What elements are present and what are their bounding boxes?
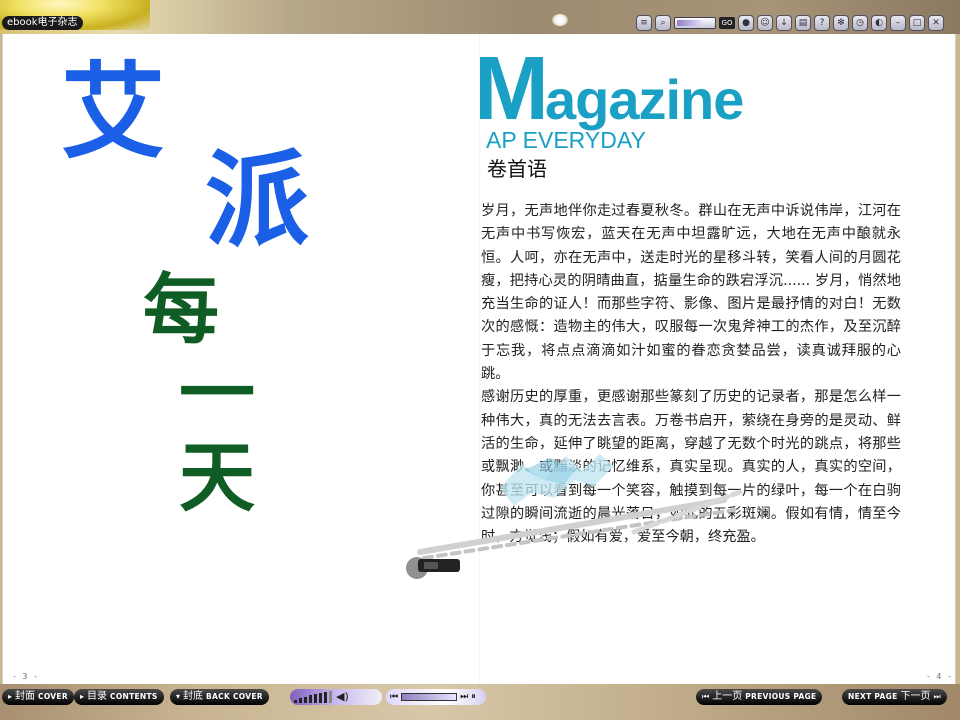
title-char-mei: 每 [143, 265, 219, 354]
title-bar: ebook电子杂志 ≡ ⌕ GO ● ☺ ↓ ▤ ? ✻ ◷ ◐ – □ ✕ [0, 0, 960, 34]
next-arrow-icon: ⏭ [933, 692, 941, 701]
chat-icon[interactable]: ● [738, 15, 754, 31]
previous-arrow-icon: ⏮ [702, 692, 710, 701]
next-label-en: NEXT PAGE [848, 692, 898, 701]
zoom-go-button[interactable]: GO [719, 17, 735, 29]
contents-label-zh: 目录 [87, 691, 108, 702]
editorial-paragraph: 岁月，无声地伴你走过春夏秋冬。群山在无声中诉说伟岸，江河在无声中书写恢宏，蓝天在… [481, 203, 901, 383]
quill-pen-decoration [406, 454, 743, 579]
volume-bar [314, 694, 317, 703]
print-icon[interactable]: ▤ [795, 15, 811, 31]
volume-bar [329, 691, 332, 703]
next-label-zh: 下一页 [900, 691, 931, 702]
toc-icon[interactable]: ≡ [636, 15, 652, 31]
magazine-subtitle: AP EVERYDAY [486, 127, 646, 153]
cover-arrow-icon: ▸ [8, 692, 13, 701]
title-char-pai: 派 [205, 139, 310, 261]
contents-arrow-icon: ▸ [80, 692, 85, 701]
contents-button[interactable]: ▸ 目录 CONTENTS [74, 689, 164, 705]
download-icon[interactable]: ↓ [776, 15, 792, 31]
title-char-yi: 一 [179, 349, 255, 438]
speaker-icon[interactable]: ◀) [336, 691, 349, 703]
back-cover-label-en: BACK COVER [206, 692, 263, 701]
magazine-title-cap: M [474, 39, 549, 139]
next-page-button[interactable]: NEXT PAGE 下一页 ⏭ [842, 689, 947, 705]
pause-icon[interactable]: ⏸ [471, 692, 476, 702]
contents-label-en: CONTENTS [110, 692, 158, 701]
sound-icon[interactable]: ◐ [871, 15, 887, 31]
app-brand-label: ebook电子杂志 [2, 16, 83, 30]
back-cover-label-zh: 封底 [183, 691, 204, 702]
zoom-slider[interactable] [674, 17, 716, 29]
previous-page-button[interactable]: ⏮ 上一页 PREVIOUS PAGE [696, 689, 823, 705]
music-player: ⏮ ⏭ ⏸ [386, 689, 486, 705]
magazine-title: Magazine [474, 44, 804, 134]
title-char-ai: 艾 [61, 51, 166, 173]
volume-bar [304, 697, 307, 703]
magazine-title-rest: agazine [544, 68, 744, 131]
section-title: 卷首语 [487, 157, 547, 181]
left-page-number: - 3 - [13, 672, 39, 681]
volume-control[interactable]: ◀) [290, 689, 382, 705]
rewind-icon[interactable]: ⏮ [390, 692, 398, 702]
settings-icon[interactable]: ✻ [833, 15, 849, 31]
close-icon[interactable]: ✕ [928, 15, 944, 31]
ceiling-light-decoration [552, 14, 568, 26]
volume-bar [319, 693, 322, 703]
back-cover-arrow-icon: ▾ [176, 692, 181, 701]
maximize-icon[interactable]: □ [909, 15, 925, 31]
cover-button[interactable]: ▸ 封面 COVER [2, 689, 74, 705]
volume-bar [294, 700, 297, 703]
bottom-navigation-bar: ▸ 封面 COVER ▸ 目录 CONTENTS ▾ 封底 BACK COVER… [0, 684, 960, 720]
back-cover-button[interactable]: ▾ 封底 BACK COVER [170, 689, 269, 705]
right-page-number: - 4 - [927, 672, 953, 681]
title-char-tian: 天 [179, 433, 255, 522]
volume-bar [309, 695, 312, 703]
clock-icon[interactable]: ◷ [852, 15, 868, 31]
cover-label-en: COVER [38, 692, 68, 701]
music-progress-track[interactable] [401, 693, 458, 701]
volume-bar [299, 698, 302, 703]
volume-bar [324, 692, 327, 703]
previous-label-en: PREVIOUS PAGE [745, 692, 817, 701]
previous-label-zh: 上一页 [712, 691, 743, 702]
help-icon[interactable]: ? [814, 15, 830, 31]
minimize-icon[interactable]: – [890, 15, 906, 31]
user-icon[interactable]: ☺ [757, 15, 773, 31]
zoom-icon[interactable]: ⌕ [655, 15, 671, 31]
forward-icon[interactable]: ⏭ [460, 692, 468, 702]
reader-toolbar: ≡ ⌕ GO ● ☺ ↓ ▤ ? ✻ ◷ ◐ – □ ✕ [636, 14, 944, 32]
cover-label-zh: 封面 [15, 691, 36, 702]
